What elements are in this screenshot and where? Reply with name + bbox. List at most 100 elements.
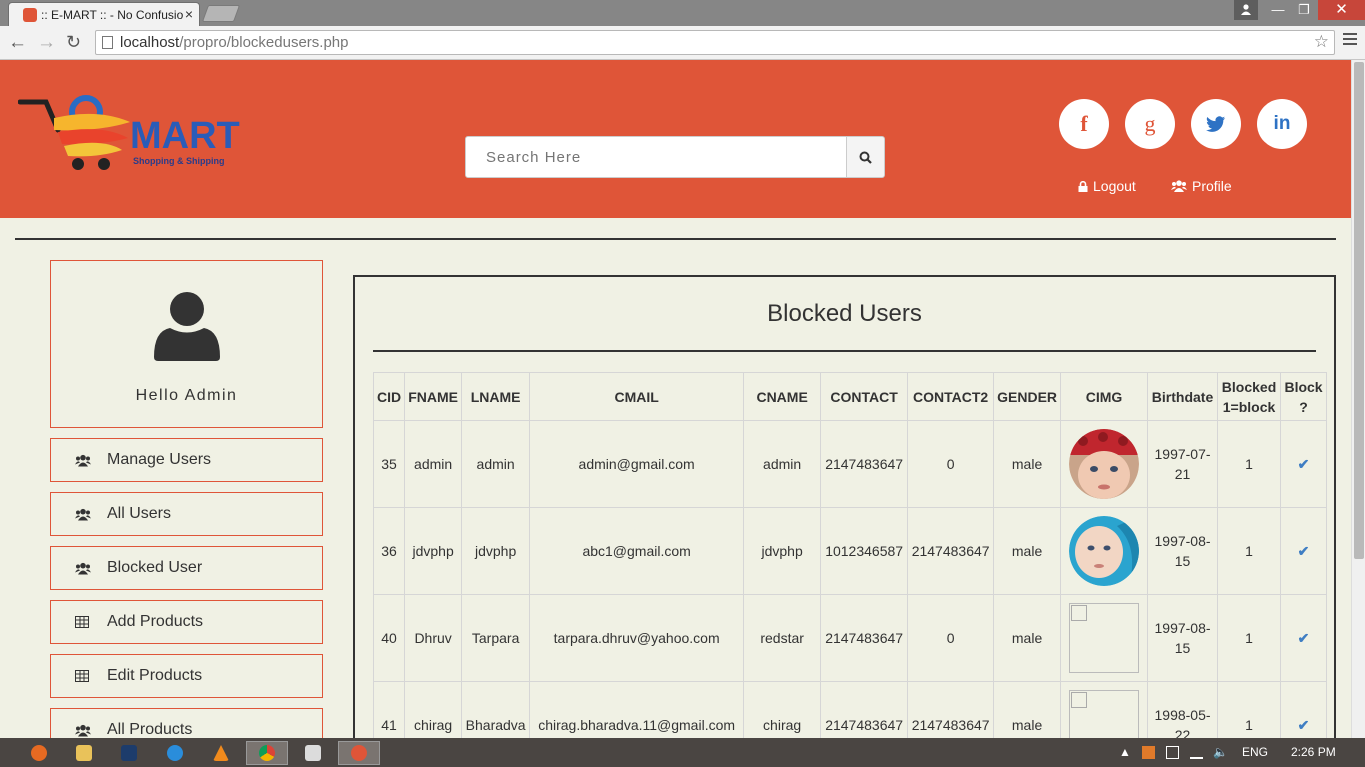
broken-image-icon [1069,690,1140,738]
cell-cname: redstar [743,594,822,682]
check-icon[interactable]: ✔ [1298,456,1310,472]
bookmark-star-icon[interactable]: ☆ [1314,32,1329,52]
sidebar-item-label: All Users [107,505,172,522]
browser-tab[interactable]: :: E-MART :: - No Confusio × [8,2,200,26]
page-title: Blocked Users [767,300,922,327]
sidebar-item-all-products[interactable]: All Products [50,708,323,738]
cell-block[interactable]: ✔ [1280,507,1328,595]
column-header-blocked: Blocked 1=block [1217,372,1282,421]
window-close-icon[interactable]: ✕ [1318,0,1365,20]
file-explorer-icon[interactable] [63,741,105,765]
blocked-users-table: CID FNAME LNAME CMAIL CNAME CONTACT CONT… [372,372,1328,738]
user-avatar-icon [154,292,220,361]
check-icon[interactable]: ✔ [1298,717,1310,733]
column-header-contact: CONTACT [820,372,909,421]
column-header-contact2: CONTACT2 [907,372,995,421]
sidebar-item-label: Blocked User [107,559,203,576]
sidebar-item-add-products[interactable]: Add Products [50,600,323,644]
column-header-cname: CNAME [743,372,822,421]
page-scrollbar[interactable] [1351,60,1365,738]
linkedin-icon[interactable]: in [1257,99,1307,149]
clock[interactable]: 2:26 PM [1291,745,1336,759]
twitter-icon[interactable] [1191,99,1241,149]
cell-gender: male [993,594,1062,682]
facebook-icon[interactable]: f [1059,99,1109,149]
cell-cname: chirag [743,681,822,738]
search-button[interactable] [846,136,885,178]
cell-block[interactable]: ✔ [1280,681,1328,738]
tab-close-icon[interactable]: × [185,6,193,22]
search-icon [859,151,872,164]
divider [15,238,1336,240]
cell-cmail: abc1@gmail.com [529,507,745,595]
emart-logo[interactable]: MART Shopping & Shipping [18,88,248,173]
logo-tagline: Shopping & Shipping [133,156,224,166]
language-indicator[interactable]: ENG [1242,745,1268,759]
cell-block[interactable]: ✔ [1280,420,1328,508]
users-icon [75,724,91,737]
web-page: MART Shopping & Shipping f g in Logout P… [0,60,1351,738]
cell-cmail: tarpara.dhruv@yahoo.com [529,594,745,682]
customer-photo [1069,516,1140,586]
cell-cmail: chirag.bharadva.11@gmail.com [529,681,745,738]
user-icon[interactable] [1234,0,1258,20]
greeting: Hello Admin [135,387,238,404]
cell-gender: male [993,681,1062,738]
column-header-cmail: CMAIL [529,372,745,421]
internet-explorer-icon[interactable] [154,741,196,765]
admin-profile-card: Hello Admin [50,260,323,428]
cell-fname: admin [404,420,463,508]
cell-cimg [1060,681,1149,738]
volume-icon[interactable]: 🔈 [1213,745,1228,759]
vlc-icon[interactable] [200,741,242,765]
cell-lname: jdvphp [461,507,531,595]
check-icon[interactable]: ✔ [1298,543,1310,559]
show-hidden-icons[interactable]: ▲ [1119,745,1131,759]
sidebar-item-label: All Products [107,721,193,738]
reload-icon[interactable]: ↻ [66,32,81,53]
scrollbar-thumb[interactable] [1354,62,1364,559]
column-header-block: Block ? [1280,372,1328,421]
cell-cmail: admin@gmail.com [529,420,745,508]
minimize-icon[interactable]: — [1265,0,1291,20]
chrome-icon[interactable] [246,741,288,765]
sidebar-item-edit-products[interactable]: Edit Products [50,654,323,698]
users-icon [1171,180,1187,192]
cell-lname: Tarpara [461,594,531,682]
column-header-fname: FNAME [404,372,463,421]
device-tray-icon[interactable] [1166,746,1179,759]
cell-contact2: 0 [907,420,995,508]
cell-blocked: 1 [1217,681,1282,738]
new-tab-button[interactable] [201,5,241,22]
sidebar-item-manage-users[interactable]: Manage Users [50,438,323,482]
cell-contact2: 0 [907,594,995,682]
sidebar-item-all-users[interactable]: All Users [50,492,323,536]
xampp-tray-icon[interactable] [1142,746,1155,759]
address-bar[interactable]: localhost/propro/blockedusers.php ☆ [95,30,1335,55]
check-icon[interactable]: ✔ [1298,630,1310,646]
logout-link[interactable]: Logout [1078,178,1136,194]
browser-tabbar: :: E-MART :: - No Confusio × — ❐ ✕ [0,0,1365,26]
profile-link[interactable]: Profile [1171,178,1232,194]
cell-cid: 36 [372,507,406,595]
favicon-icon [23,8,37,22]
site-header: MART Shopping & Shipping f g in Logout P… [0,60,1351,218]
cell-contact: 2147483647 [820,681,909,738]
sidebar-item-blocked-user[interactable]: Blocked User [50,546,323,590]
sidebar-item-label: Add Products [107,613,204,630]
logout-label: Logout [1093,178,1136,194]
cell-contact: 1012346587 [820,507,909,595]
firefox-icon[interactable] [18,741,60,765]
chrome-menu-icon[interactable] [1343,33,1357,48]
cell-block[interactable]: ✔ [1280,594,1328,682]
paint-icon[interactable] [338,741,380,765]
cell-birthdate: 1998-05-22 [1147,681,1219,738]
network-icon[interactable] [1190,746,1203,759]
google-icon[interactable]: g [1125,99,1175,149]
window-icon[interactable] [292,741,334,765]
photoshop-icon[interactable] [108,741,150,765]
forward-icon[interactable]: → [37,32,56,54]
restore-icon[interactable]: ❐ [1291,0,1317,20]
back-icon[interactable]: ← [8,32,27,54]
search-input[interactable] [465,136,847,178]
